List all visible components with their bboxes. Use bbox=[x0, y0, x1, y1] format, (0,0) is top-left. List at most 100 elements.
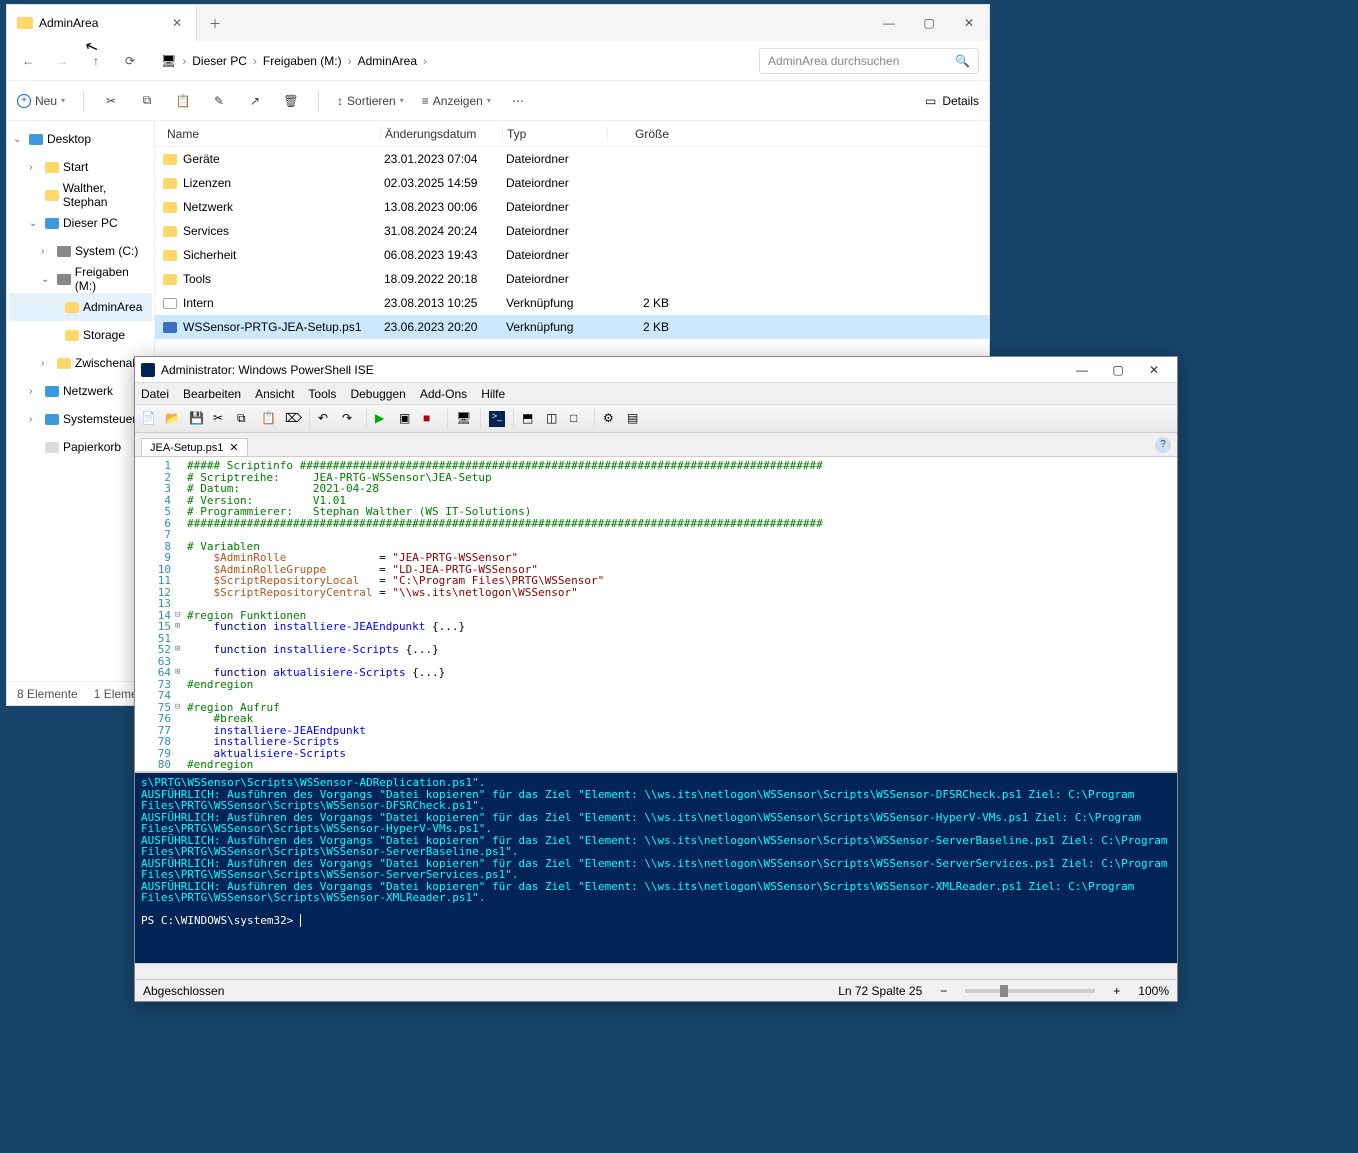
zoom-slider[interactable] bbox=[965, 989, 1095, 993]
view-button[interactable]: ≡ Anzeigen ▾ bbox=[422, 94, 491, 108]
cut-icon[interactable]: ✂ bbox=[102, 94, 120, 108]
tree-item[interactable]: ›Start bbox=[9, 153, 152, 181]
breadcrumb-item[interactable]: AdminArea bbox=[358, 54, 417, 68]
run-icon[interactable]: ▶ bbox=[375, 411, 391, 427]
explorer-tab[interactable]: AdminArea ✕ bbox=[7, 5, 197, 41]
maximize-button[interactable]: ▢ bbox=[909, 5, 949, 41]
net-icon bbox=[45, 386, 59, 397]
file-row[interactable]: Tools18.09.2022 20:18Dateiordner bbox=[155, 267, 989, 291]
tree-item[interactable]: ⌄Dieser PC bbox=[9, 209, 152, 237]
file-row[interactable]: Lizenzen02.03.2025 14:59Dateiordner bbox=[155, 171, 989, 195]
col-name[interactable]: Name bbox=[155, 127, 380, 141]
col-size[interactable]: Größe bbox=[607, 127, 677, 141]
back-button[interactable]: ← bbox=[17, 54, 39, 68]
tree-item[interactable]: ⌄Freigaben (M:) bbox=[9, 265, 152, 293]
tab-close-icon[interactable]: ✕ bbox=[168, 16, 186, 30]
close-button[interactable]: ✕ bbox=[1137, 363, 1171, 377]
layout-top-icon[interactable]: ⬒ bbox=[522, 411, 538, 427]
tree-item[interactable]: Storage bbox=[9, 321, 152, 349]
delete-icon[interactable]: 🗑 bbox=[282, 94, 300, 108]
paste-icon[interactable]: 📋 bbox=[174, 94, 192, 108]
ise-editor[interactable]: 1234567891011121314155152636473747576777… bbox=[135, 457, 1177, 773]
tree-item[interactable]: ›Zwischenabl bbox=[9, 349, 152, 377]
horizontal-scrollbar[interactable] bbox=[135, 963, 1177, 979]
open-icon[interactable]: 📂 bbox=[165, 411, 181, 427]
tree-item[interactable]: AdminArea bbox=[9, 293, 152, 321]
ise-file-tab[interactable]: JEA-Setup.ps1 ✕ bbox=[141, 438, 248, 456]
minimize-button[interactable]: — bbox=[869, 5, 909, 41]
new-file-icon[interactable]: 📄 bbox=[141, 411, 157, 427]
ps-console-icon[interactable]: >_ bbox=[489, 411, 505, 427]
menu-item[interactable]: Tools bbox=[308, 387, 336, 401]
maximize-button[interactable]: ▢ bbox=[1101, 363, 1135, 377]
copy-icon[interactable]: ⧉ bbox=[138, 93, 156, 108]
file-row[interactable]: Netzwerk13.08.2023 00:06Dateiordner bbox=[155, 195, 989, 219]
explorer-navbar: ← → ↑ ⟳ 🖥 › Dieser PC › Freigaben (M:) ›… bbox=[7, 41, 989, 81]
rename-icon[interactable]: ✎ bbox=[210, 94, 228, 108]
clear-icon[interactable]: ⌦ bbox=[285, 411, 301, 427]
new-tab-button[interactable]: ＋ bbox=[197, 5, 233, 41]
search-input[interactable]: AdminArea durchsuchen 🔍 bbox=[759, 48, 979, 74]
folder-icon bbox=[163, 250, 177, 261]
command-pane-icon[interactable]: ▤ bbox=[627, 411, 643, 427]
undo-icon[interactable]: ↶ bbox=[318, 411, 334, 427]
save-icon[interactable]: 💾 bbox=[189, 411, 205, 427]
more-icon[interactable]: ⋯ bbox=[509, 94, 527, 108]
file-size: 2 KB bbox=[607, 320, 677, 334]
menu-item[interactable]: Datei bbox=[141, 387, 169, 401]
file-type: Dateiordner bbox=[502, 176, 607, 190]
stop-icon[interactable]: ■ bbox=[423, 411, 439, 427]
file-name: Geräte bbox=[183, 152, 220, 166]
tree-item[interactable]: ›Systemsteuerur bbox=[9, 405, 152, 433]
tree-item[interactable]: ›System (C:) bbox=[9, 237, 152, 265]
ise-console[interactable]: s\PRTG\WSSensor\Scripts\WSSensor-ADRepli… bbox=[135, 773, 1177, 963]
help-icon[interactable]: ? bbox=[1155, 437, 1171, 453]
paste-icon[interactable]: 📋 bbox=[261, 411, 277, 427]
layout-side-icon[interactable]: ◫ bbox=[546, 411, 562, 427]
col-type[interactable]: Typ bbox=[502, 127, 607, 141]
file-row[interactable]: Intern23.08.2013 10:25Verknüpfung2 KB bbox=[155, 291, 989, 315]
remote-icon[interactable]: 🖥 bbox=[456, 411, 472, 427]
menu-item[interactable]: Hilfe bbox=[481, 387, 505, 401]
menu-item[interactable]: Debuggen bbox=[350, 387, 405, 401]
tree-item[interactable]: ⌄Desktop bbox=[9, 125, 152, 153]
menu-item[interactable]: Add-Ons bbox=[420, 387, 467, 401]
menu-item[interactable]: Ansicht bbox=[255, 387, 294, 401]
close-button[interactable]: ✕ bbox=[949, 5, 989, 41]
command-addon-icon[interactable]: ⚙ bbox=[603, 411, 619, 427]
file-row[interactable]: Sicherheit06.08.2023 19:43Dateiordner bbox=[155, 243, 989, 267]
tab-close-icon[interactable]: ✕ bbox=[229, 441, 238, 454]
zoom-out-icon[interactable]: − bbox=[940, 984, 947, 998]
cut-icon[interactable]: ✂ bbox=[213, 411, 229, 427]
sort-button[interactable]: ↕ Sortieren ▾ bbox=[337, 94, 404, 108]
file-row[interactable]: Services31.08.2024 20:24Dateiordner bbox=[155, 219, 989, 243]
copy-icon[interactable]: ⧉ bbox=[237, 411, 253, 427]
tree-item[interactable]: Papierkorb bbox=[9, 433, 152, 461]
file-row[interactable]: Geräte23.01.2023 07:04Dateiordner bbox=[155, 147, 989, 171]
breadcrumb-item[interactable]: Dieser PC bbox=[192, 54, 247, 68]
file-name: Services bbox=[183, 224, 229, 238]
run-selection-icon[interactable]: ▣ bbox=[399, 411, 415, 427]
breadcrumb[interactable]: 🖥 › Dieser PC › Freigaben (M:) › AdminAr… bbox=[161, 54, 747, 68]
minimize-button[interactable]: — bbox=[1065, 363, 1099, 377]
col-date[interactable]: Änderungsdatum bbox=[380, 127, 502, 141]
zoom-in-icon[interactable]: + bbox=[1113, 984, 1120, 998]
chevron-right-icon: › bbox=[182, 54, 186, 68]
forward-button[interactable]: → bbox=[51, 54, 73, 68]
menu-item[interactable]: Bearbeiten bbox=[183, 387, 241, 401]
redo-icon[interactable]: ↷ bbox=[342, 411, 358, 427]
new-button[interactable]: + Neu ▾ bbox=[17, 94, 65, 108]
details-button[interactable]: Details bbox=[942, 94, 979, 108]
file-type: Dateiordner bbox=[502, 272, 607, 286]
folder-icon bbox=[17, 17, 33, 29]
file-type: Verknüpfung bbox=[502, 320, 607, 334]
tree-item[interactable]: Walther, Stephan bbox=[9, 181, 152, 209]
tree-item[interactable]: ›Netzwerk bbox=[9, 377, 152, 405]
layout-full-icon[interactable]: □ bbox=[570, 411, 586, 427]
file-row[interactable]: WSSensor-PRTG-JEA-Setup.ps123.06.2023 20… bbox=[155, 315, 989, 339]
breadcrumb-item[interactable]: Freigaben (M:) bbox=[263, 54, 342, 68]
file-name: Netzwerk bbox=[183, 200, 233, 214]
refresh-button[interactable]: ⟳ bbox=[119, 54, 141, 68]
share-icon[interactable]: ↗ bbox=[246, 94, 264, 108]
file-date: 23.01.2023 07:04 bbox=[380, 152, 502, 166]
